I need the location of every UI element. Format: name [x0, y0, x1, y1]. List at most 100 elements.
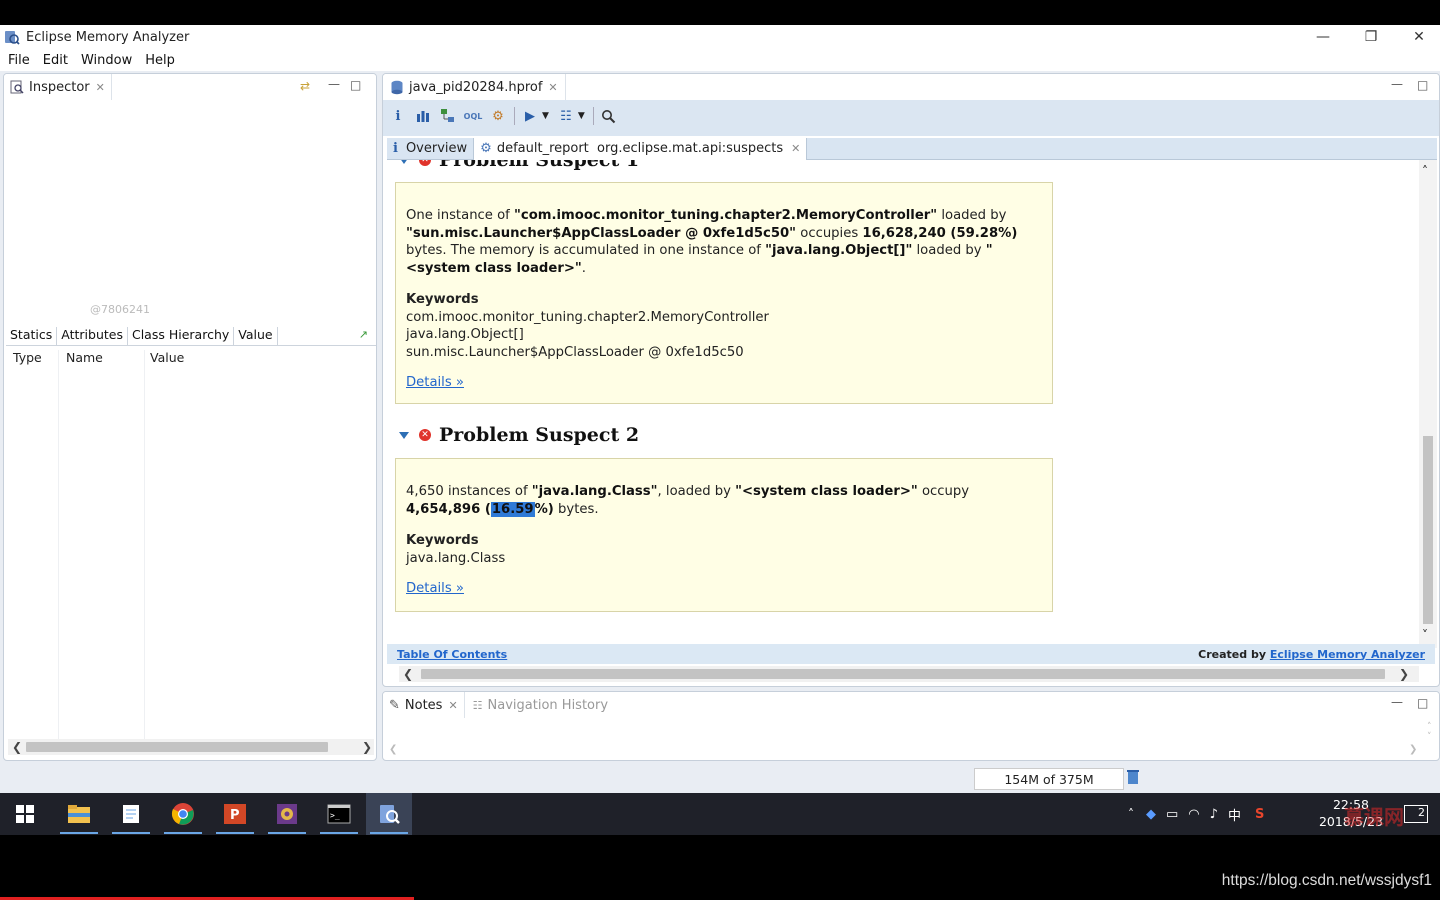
notepad-button[interactable]	[108, 793, 154, 835]
toolbar-separator	[514, 107, 515, 125]
hprof-tab[interactable]: java_pid20284.hprof ✕	[383, 74, 566, 100]
heap-dump-icon	[391, 80, 403, 94]
security-icon[interactable]: ◆	[1146, 807, 1156, 822]
link-with-editor-icon[interactable]: ⇄	[300, 79, 310, 93]
inspector-tabs: Statics Attributes Class Hierarchy Value…	[6, 324, 376, 346]
suspect-1-header[interactable]: ✕ Problem Suspect 1	[399, 160, 639, 171]
tab-statics[interactable]: Statics	[6, 327, 58, 345]
desc-object: "java.lang.Object[]"	[765, 243, 913, 258]
maximize-view-icon[interactable]: □	[1417, 78, 1428, 92]
app-button[interactable]	[264, 793, 310, 835]
run-report-icon[interactable]: ▶	[521, 107, 539, 125]
battery-icon[interactable]: ▭	[1166, 807, 1178, 822]
scroll-right-icon[interactable]: ❯	[362, 739, 372, 755]
scroll-right-icon[interactable]: ❯	[1409, 744, 1417, 755]
oql-icon[interactable]: OQL	[464, 107, 483, 125]
scroll-left-icon[interactable]: ❮	[12, 739, 22, 755]
suspect-2-header[interactable]: ✕ Problem Suspect 2	[399, 424, 639, 446]
close-icon[interactable]: ✕	[96, 81, 105, 94]
scroll-thumb[interactable]	[421, 669, 1385, 679]
histogram-icon[interactable]	[414, 107, 432, 125]
suspect-2-box: 4,650 instances of "java.lang.Class", lo…	[395, 458, 1053, 612]
heap-dump-overview-icon[interactable]: ⚙	[489, 107, 507, 125]
column-value[interactable]: Value	[150, 350, 184, 365]
column-type[interactable]: Type	[13, 350, 42, 365]
notification-icon[interactable]: 2	[1404, 805, 1428, 823]
notes-tab[interactable]: ✎ Notes ✕	[383, 692, 465, 718]
start-button[interactable]	[2, 793, 48, 835]
chevron-down-icon[interactable]: ▼	[578, 111, 585, 121]
scroll-right-icon[interactable]: ❯	[1399, 666, 1409, 682]
scroll-up-icon[interactable]: ˄	[1422, 164, 1428, 178]
close-icon[interactable]: ✕	[448, 699, 457, 712]
inspector-tab[interactable]: Inspector ✕	[4, 74, 112, 100]
vertical-scroll-arrows[interactable]: ˄ ˅	[1427, 722, 1432, 742]
maximize-view-icon[interactable]: □	[1417, 696, 1428, 710]
desc-text: loaded by	[937, 208, 1007, 223]
close-icon[interactable]: ✕	[548, 81, 557, 94]
chrome-button[interactable]	[160, 793, 206, 835]
active-indicator	[216, 832, 254, 834]
windows-taskbar: P >_ ˄ ◆ ▭ ◠ ♪ 中 S 22:58 2018/5/23 慕课网 2	[0, 793, 1440, 835]
wifi-icon[interactable]: ◠	[1188, 807, 1199, 822]
system-tray: ˄ ◆ ▭ ◠ ♪ 中 S	[1128, 793, 1264, 835]
close-icon[interactable]: ✕	[791, 142, 800, 155]
menu-window[interactable]: Window	[81, 53, 132, 68]
report-vscrollbar[interactable]: ˄ ˅	[1419, 160, 1437, 648]
powerpoint-button[interactable]: P	[212, 793, 258, 835]
tab-overview[interactable]: i Overview	[387, 137, 475, 160]
column-name[interactable]: Name	[66, 350, 103, 365]
ime-indicator[interactable]: 中	[1228, 805, 1241, 824]
close-button[interactable]: ✕	[1396, 25, 1440, 49]
minimize-view-icon[interactable]: —	[328, 77, 340, 91]
scroll-left-icon[interactable]: ❮	[403, 666, 413, 682]
terminal-button[interactable]: >_	[316, 793, 362, 835]
column-divider	[58, 350, 59, 740]
scroll-left-icon[interactable]: ❮	[389, 744, 397, 755]
menu-file[interactable]: File	[8, 53, 30, 68]
sogou-icon[interactable]: S	[1255, 807, 1264, 822]
eclipse-memory-analyzer-link[interactable]: Eclipse Memory Analyzer	[1270, 648, 1425, 661]
keywords-title: Keywords	[406, 292, 479, 307]
volume-icon[interactable]: ♪	[1210, 807, 1218, 822]
minimize-view-icon[interactable]: —	[1391, 695, 1403, 709]
tab-class-hierarchy[interactable]: Class Hierarchy	[128, 327, 235, 345]
keywords-title: Keywords	[406, 533, 479, 548]
restore-button[interactable]: ❐	[1348, 25, 1394, 49]
file-explorer-button[interactable]	[56, 793, 102, 835]
minimize-button[interactable]: —	[1300, 25, 1346, 49]
minimize-view-icon[interactable]: —	[1391, 77, 1403, 91]
query-browser-icon[interactable]: ☷	[557, 107, 575, 125]
tab-attributes[interactable]: Attributes	[57, 327, 128, 345]
suspect-1-description: One instance of "com.imooc.monitor_tunin…	[406, 207, 1042, 277]
expand-triangle-icon[interactable]	[399, 160, 409, 164]
expand-triangle-icon[interactable]	[399, 431, 409, 439]
details-link[interactable]: Details »	[406, 374, 464, 392]
active-indicator	[112, 832, 150, 834]
pin-icon[interactable]: ↗	[359, 328, 368, 345]
menu-help[interactable]: Help	[145, 53, 175, 68]
tab-value[interactable]: Value	[234, 327, 278, 345]
chevron-up-icon[interactable]: ˄	[1128, 807, 1134, 821]
chrome-icon	[171, 803, 194, 825]
search-icon[interactable]	[600, 107, 618, 125]
memory-analyzer-taskbar-button[interactable]	[366, 793, 412, 835]
garbage-collect-icon[interactable]	[1126, 769, 1140, 789]
scroll-thumb[interactable]	[1423, 436, 1433, 624]
navigation-history-tab[interactable]: ☷ Navigation History	[465, 692, 616, 718]
info-icon[interactable]: i	[389, 107, 407, 125]
maximize-view-icon[interactable]: □	[350, 78, 361, 92]
table-of-contents-link[interactable]: Table Of Contents	[397, 648, 507, 661]
scroll-down-icon[interactable]: ˅	[1422, 628, 1428, 642]
scroll-thumb[interactable]	[26, 742, 328, 752]
report-content: ✕ Problem Suspect 1 One instance of "com…	[387, 160, 1405, 648]
memory-analyzer-icon	[5, 31, 20, 45]
details-link[interactable]: Details »	[406, 580, 464, 598]
chevron-down-icon[interactable]: ▼	[542, 111, 549, 121]
inspector-hscrollbar[interactable]: ❮ ❯	[8, 739, 374, 755]
tab-default-report[interactable]: ⚙ default_report org.eclipse.mat.api:sus…	[474, 137, 808, 160]
selected-percentage[interactable]: 16.59	[490, 501, 535, 517]
menu-edit[interactable]: Edit	[43, 53, 68, 68]
dominator-tree-icon[interactable]	[439, 107, 457, 125]
report-hscrollbar[interactable]: ❮ ❯	[399, 666, 1419, 682]
